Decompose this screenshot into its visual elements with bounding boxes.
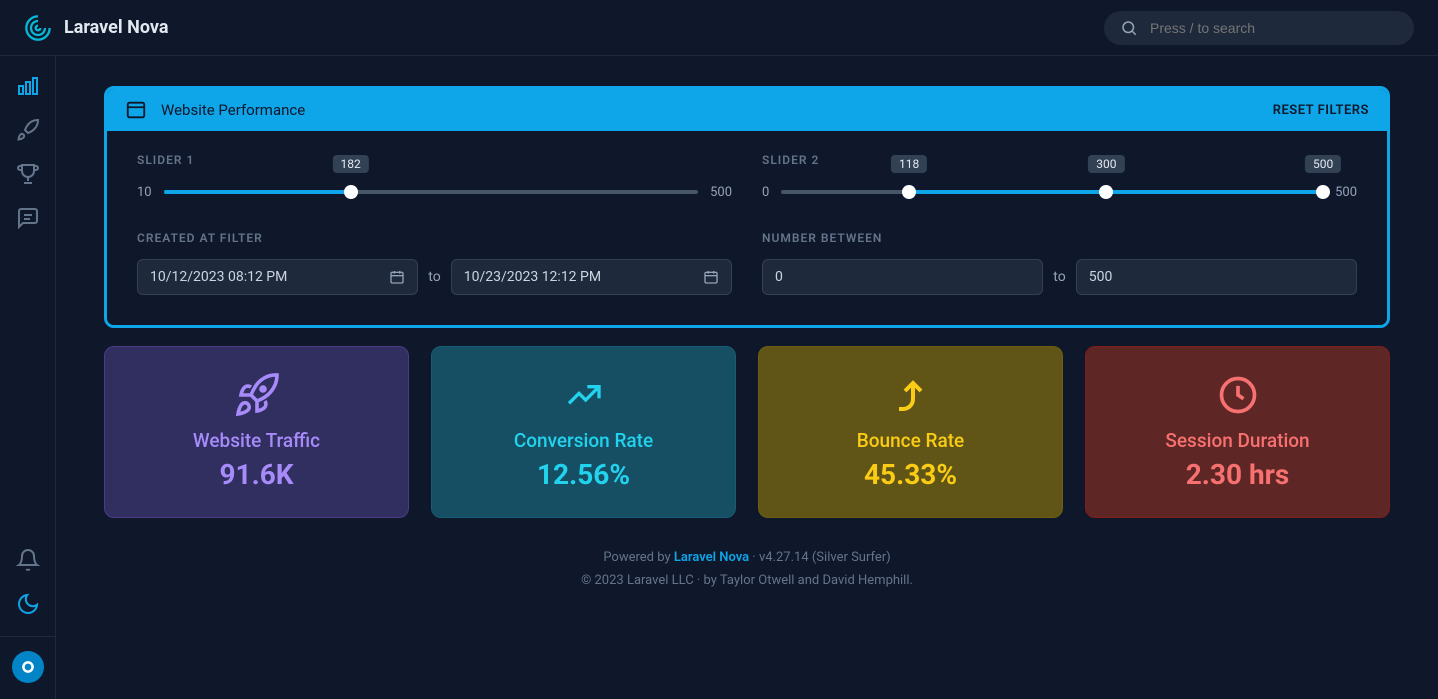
footer-powered: Powered by: [603, 550, 674, 565]
slider2-value2-label: 300: [1088, 155, 1124, 173]
metric-title: Session Duration: [1102, 429, 1373, 452]
slider2-thumb2[interactable]: [1099, 185, 1113, 199]
slider2-field: SLIDER 2 0 118 300 500: [762, 153, 1357, 203]
brand[interactable]: Laravel Nova: [24, 14, 168, 42]
metric-session-duration: Session Duration 2.30 hrs: [1085, 346, 1390, 518]
slider2-track[interactable]: 118 300 500: [781, 181, 1323, 203]
window-icon: [125, 99, 147, 121]
between-to-input[interactable]: 500: [1076, 259, 1357, 295]
number-between-field: NUMBER BETWEEN 0 to 500: [762, 231, 1357, 295]
slider1-max: 500: [710, 185, 732, 200]
calendar-icon: [703, 269, 719, 285]
slider2-label: SLIDER 2: [762, 153, 1357, 167]
created-to-separator: to: [428, 269, 440, 285]
calendar-icon: [389, 269, 405, 285]
logo-icon: [24, 14, 52, 42]
created-from-input[interactable]: 10/12/2023 08:12 PM: [137, 259, 418, 295]
metric-value: 2.30 hrs: [1102, 458, 1373, 491]
footer: Powered by Laravel Nova · v4.27.14 (Silv…: [104, 546, 1390, 593]
metric-title: Conversion Rate: [448, 429, 719, 452]
performance-panel: Website Performance RESET FILTERS SLIDER…: [104, 86, 1390, 328]
metric-value: 12.56%: [448, 458, 719, 491]
main-content: Website Performance RESET FILTERS SLIDER…: [56, 56, 1438, 699]
metric-title: Bounce Rate: [775, 429, 1046, 452]
slider2-value1-label: 118: [891, 155, 927, 173]
created-to-input[interactable]: 10/23/2023 12:12 PM: [451, 259, 732, 295]
sidebar: [0, 56, 56, 699]
arrow-up-curve-icon: [887, 371, 935, 419]
search-input[interactable]: [1150, 20, 1398, 36]
metric-conversion-rate: Conversion Rate 12.56%: [431, 346, 736, 518]
footer-link[interactable]: Laravel Nova: [674, 550, 749, 565]
rocket-icon[interactable]: [16, 118, 40, 142]
metric-value: 91.6K: [121, 458, 392, 491]
user-avatar[interactable]: [12, 651, 44, 683]
created-from-value: 10/12/2023 08:12 PM: [150, 269, 287, 285]
moon-icon[interactable]: [16, 592, 40, 616]
metric-bounce-rate: Bounce Rate 45.33%: [758, 346, 1063, 518]
reset-filters-link[interactable]: RESET FILTERS: [1273, 103, 1369, 118]
slider1-label: SLIDER 1: [137, 153, 732, 167]
trophy-icon[interactable]: [16, 162, 40, 186]
slider2-min: 0: [762, 185, 769, 200]
search-box[interactable]: [1104, 11, 1414, 45]
metrics-grid: Website Traffic 91.6K Conversion Rate 12…: [104, 346, 1390, 518]
panel-header: Website Performance RESET FILTERS: [107, 89, 1387, 131]
slider2-thumb3[interactable]: [1316, 185, 1330, 199]
slider1-value-label: 182: [333, 155, 369, 173]
avatar-icon: [18, 657, 38, 677]
metric-website-traffic: Website Traffic 91.6K: [104, 346, 409, 518]
slider2-thumb1[interactable]: [902, 185, 916, 199]
footer-copyright: © 2023 Laravel LLC · by Taylor Otwell an…: [104, 569, 1390, 592]
footer-version: · v4.27.14 (Silver Surfer): [749, 550, 891, 565]
chat-icon[interactable]: [16, 206, 40, 230]
between-to-value: 500: [1089, 269, 1113, 285]
metric-title: Website Traffic: [121, 429, 392, 452]
slider2-value3-label: 500: [1305, 155, 1341, 173]
slider2-max: 500: [1335, 185, 1357, 200]
metric-value: 45.33%: [775, 458, 1046, 491]
rocket-icon: [233, 371, 281, 419]
created-at-field: CREATED AT FILTER 10/12/2023 08:12 PM to…: [137, 231, 732, 295]
panel-title: Website Performance: [161, 101, 305, 119]
slider1-track[interactable]: 182: [164, 181, 698, 203]
brand-text: Laravel Nova: [64, 17, 168, 38]
between-from-value: 0: [775, 269, 783, 285]
between-from-input[interactable]: 0: [762, 259, 1043, 295]
chart-icon[interactable]: [16, 74, 40, 98]
clock-icon: [1216, 373, 1260, 417]
between-to-separator: to: [1053, 269, 1065, 285]
trending-up-icon: [558, 375, 610, 415]
slider1-thumb[interactable]: [344, 185, 358, 199]
number-between-label: NUMBER BETWEEN: [762, 231, 1357, 245]
search-icon: [1120, 19, 1138, 37]
topbar: Laravel Nova: [0, 0, 1438, 56]
slider1-min: 10: [137, 185, 152, 200]
created-to-value: 10/23/2023 12:12 PM: [464, 269, 601, 285]
slider1-field: SLIDER 1 10 182 500: [137, 153, 732, 203]
bell-icon[interactable]: [16, 548, 40, 572]
created-at-label: CREATED AT FILTER: [137, 231, 732, 245]
